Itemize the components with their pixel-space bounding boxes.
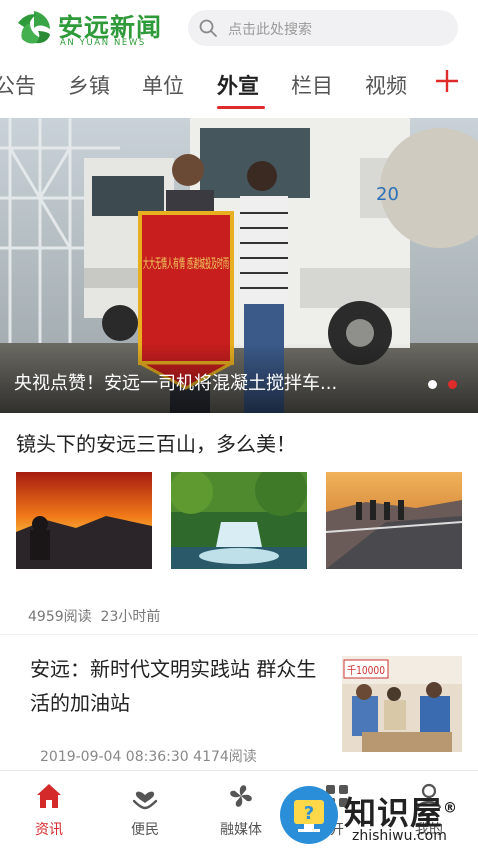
- svg-text:?: ?: [304, 803, 314, 824]
- tab-unit[interactable]: 单位: [142, 70, 184, 100]
- watermark: ? 知识屋® zhishiwu.com: [276, 778, 476, 848]
- header: 安远新闻 AN YUAN NEWS 点击此处搜索: [0, 0, 478, 58]
- tab-publicity[interactable]: 外宣: [217, 70, 259, 100]
- truck-number: 20: [376, 184, 399, 205]
- gallery-time: 23小时前: [100, 609, 161, 625]
- nav-label-services: 便民: [131, 822, 159, 838]
- logo-icon: [17, 11, 51, 45]
- news-reads: 4174阅读: [193, 749, 257, 765]
- news-title[interactable]: 安远：新时代文明实践站 群众生活的加油站: [30, 652, 330, 720]
- viewpoint-thumb[interactable]: [326, 472, 462, 569]
- news-image: 千10000: [342, 656, 462, 752]
- viewpoint-image: [326, 472, 462, 569]
- news-thumb[interactable]: 千10000: [342, 656, 462, 752]
- home-icon: [37, 784, 61, 808]
- nav-news[interactable]: 资讯: [14, 779, 84, 845]
- banner-pennant-text: 大大无情人有情 感谢城投及时雨: [143, 256, 229, 272]
- watermark-logo: ?: [280, 786, 338, 844]
- add-channel-icon[interactable]: [432, 66, 462, 96]
- logo-subtitle: AN YUAN NEWS: [60, 38, 146, 48]
- tab-video[interactable]: 视频: [365, 70, 407, 100]
- nav-media[interactable]: 融媒体: [206, 779, 276, 845]
- search-icon: [199, 19, 217, 37]
- sunset-image: [16, 472, 152, 569]
- news-date: 2019-09-04 08:36:30: [40, 749, 189, 765]
- banner-carousel[interactable]: 20 大大无情人有情 感谢城投及时雨 央视点赞！安远一司机将混凝土搅拌: [0, 118, 478, 413]
- search-bar[interactable]: 点击此处搜索: [188, 10, 458, 46]
- nav-services[interactable]: 便民: [110, 779, 180, 845]
- tab-township[interactable]: 乡镇: [68, 70, 110, 100]
- app-logo[interactable]: 安远新闻 AN YUAN NEWS: [14, 7, 174, 51]
- waterfall-image: [171, 472, 307, 569]
- carousel-dot-2[interactable]: [448, 380, 457, 389]
- gallery-reads: 4959阅读: [28, 609, 92, 625]
- media-icon: [230, 785, 252, 807]
- tab-announcement[interactable]: 公告: [0, 70, 36, 100]
- nav-label-news: 资讯: [35, 822, 63, 838]
- news-image-sign: 千10000: [347, 664, 385, 677]
- waterfall-thumb[interactable]: [171, 472, 307, 569]
- gallery-title[interactable]: 镜头下的安远三百山，多么美！: [16, 428, 296, 457]
- question-screen-icon: ?: [294, 800, 324, 832]
- app: 安远新闻 AN YUAN NEWS 点击此处搜索 公告 乡镇 单位 外宣 栏目 …: [0, 0, 478, 850]
- divider: [0, 634, 478, 635]
- gallery-meta: 4959阅读 23小时前: [28, 606, 160, 626]
- active-tab-indicator: [217, 106, 265, 109]
- sunset-thumb[interactable]: [16, 472, 152, 569]
- carousel-dot-1[interactable]: [428, 380, 437, 389]
- tab-column[interactable]: 栏目: [291, 70, 333, 100]
- watermark-brand: 知识屋: [344, 794, 444, 832]
- search-placeholder: 点击此处搜索: [228, 22, 312, 38]
- news-meta: 2019-09-04 08:36:30 4174阅读: [40, 746, 257, 766]
- banner-caption[interactable]: 央视点赞！安远一司机将混凝土搅拌车...: [14, 369, 394, 395]
- nav-label-media: 融媒体: [220, 822, 262, 838]
- channel-tabs: 公告 乡镇 单位 外宣 栏目 视频: [0, 58, 478, 114]
- heart-hand-icon: [132, 791, 158, 810]
- watermark-registered: ®: [443, 800, 459, 817]
- watermark-url: zhishiwu.com: [352, 828, 447, 844]
